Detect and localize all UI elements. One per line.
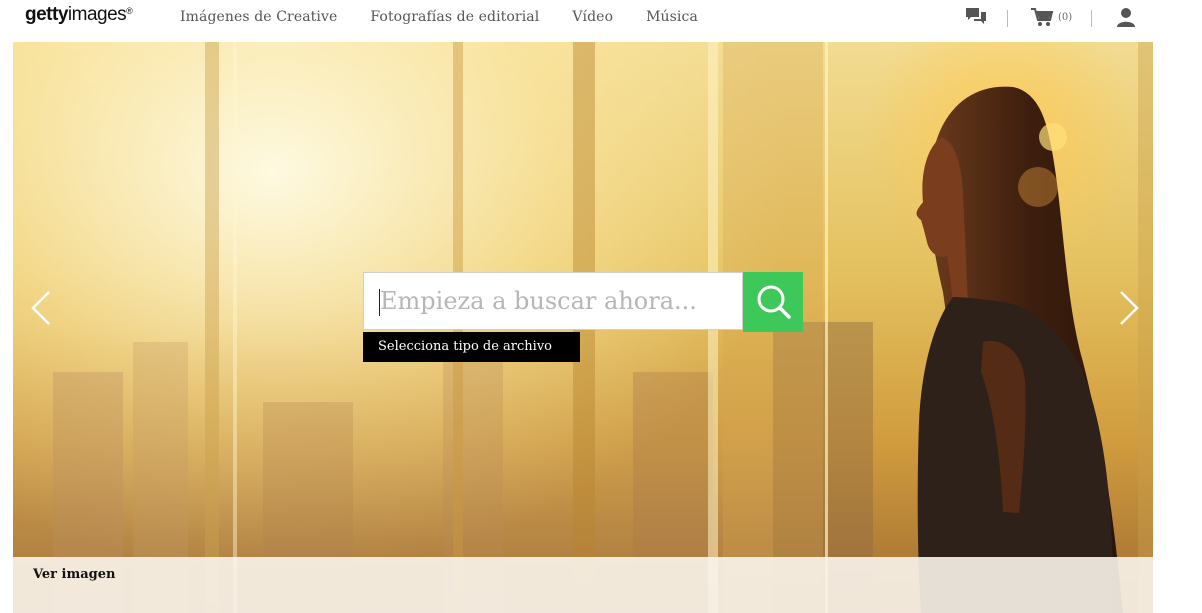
search-icon bbox=[757, 285, 791, 319]
woman-silhouette bbox=[916, 86, 1123, 613]
logo-regular-text: images bbox=[67, 4, 127, 25]
nav-item-editorial[interactable]: Fotografías de editorial bbox=[370, 9, 539, 25]
nav-item-music[interactable]: Música bbox=[646, 9, 698, 25]
cart-count: (0) bbox=[1058, 12, 1073, 23]
file-type-selector[interactable]: Selecciona tipo de archivo bbox=[363, 332, 580, 362]
nav-item-video[interactable]: Vídeo bbox=[572, 9, 613, 25]
tool-divider bbox=[1007, 10, 1008, 27]
chevron-right-icon[interactable] bbox=[1117, 288, 1141, 328]
logo-registered-mark: ® bbox=[126, 6, 133, 16]
hero-image: Selecciona tipo de archivo Ver imagen bbox=[13, 42, 1153, 613]
logo-bold-text: getty bbox=[25, 4, 68, 25]
chat-bubbles-icon[interactable] bbox=[965, 6, 987, 32]
top-navigation: gettyimages® Imágenes de Creative Fotogr… bbox=[0, 0, 1202, 40]
main-nav: Imágenes de Creative Fotografías de edit… bbox=[180, 9, 731, 25]
search-input[interactable] bbox=[364, 273, 740, 329]
search-box bbox=[363, 272, 743, 330]
getty-images-logo[interactable]: gettyimages® bbox=[25, 4, 133, 26]
nav-item-creative[interactable]: Imágenes de Creative bbox=[180, 9, 337, 25]
chevron-left-icon[interactable] bbox=[29, 288, 53, 328]
image-credit-bar: Ver imagen bbox=[13, 557, 1153, 613]
view-image-link[interactable]: Ver imagen bbox=[33, 567, 115, 582]
shopping-cart-icon[interactable] bbox=[1030, 6, 1054, 32]
search-button[interactable] bbox=[743, 272, 803, 332]
tool-divider bbox=[1091, 10, 1092, 27]
user-account-icon[interactable] bbox=[1115, 6, 1137, 32]
text-caret bbox=[379, 289, 380, 316]
header-tools: (0) bbox=[960, 6, 1160, 34]
